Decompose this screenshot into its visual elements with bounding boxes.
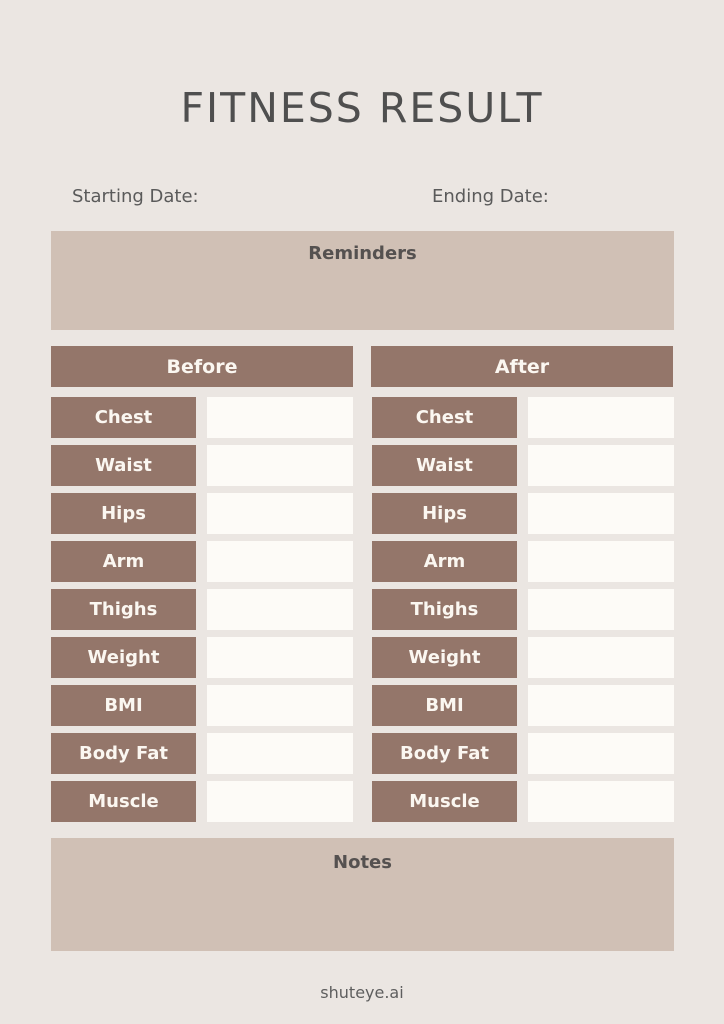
before-row-label: Arm xyxy=(51,541,196,582)
after-row-value-field[interactable] xyxy=(528,589,674,630)
before-row-value-field[interactable] xyxy=(207,685,353,726)
after-row-value-field[interactable] xyxy=(528,493,674,534)
before-row-label: Chest xyxy=(51,397,196,438)
reminders-panel[interactable]: Reminders xyxy=(51,231,674,330)
before-row-value-field[interactable] xyxy=(207,589,353,630)
before-row-label: Body Fat xyxy=(51,733,196,774)
page-title: FITNESS RESULT xyxy=(180,84,544,132)
after-row-label: Arm xyxy=(372,541,517,582)
after-row-value-field[interactable] xyxy=(528,637,674,678)
before-row-value-field[interactable] xyxy=(207,781,353,822)
after-row-value-field[interactable] xyxy=(528,541,674,582)
before-row-value-field[interactable] xyxy=(207,397,353,438)
before-row-value-field[interactable] xyxy=(207,637,353,678)
after-row-value-field[interactable] xyxy=(528,685,674,726)
before-row-label: BMI xyxy=(51,685,196,726)
after-header: After xyxy=(371,346,673,387)
before-row-label: Thighs xyxy=(51,589,196,630)
after-row-label: BMI xyxy=(372,685,517,726)
reminders-title: Reminders xyxy=(308,243,417,264)
after-row-value-field[interactable] xyxy=(528,397,674,438)
after-row-label: Muscle xyxy=(372,781,517,822)
before-row-value-field[interactable] xyxy=(207,493,353,534)
ending-date-label: Ending Date: xyxy=(432,186,549,207)
before-header: Before xyxy=(51,346,353,387)
notes-panel[interactable]: Notes xyxy=(51,838,674,951)
notes-title: Notes xyxy=(333,852,392,873)
before-row-label: Muscle xyxy=(51,781,196,822)
after-row-value-field[interactable] xyxy=(528,781,674,822)
before-row-label: Waist xyxy=(51,445,196,486)
after-row-label: Weight xyxy=(372,637,517,678)
starting-date-label: Starting Date: xyxy=(72,186,199,207)
after-row-label: Thighs xyxy=(372,589,517,630)
before-row-value-field[interactable] xyxy=(207,541,353,582)
before-row-value-field[interactable] xyxy=(207,445,353,486)
footer-brand: shuteye.ai xyxy=(320,983,404,1002)
after-row-value-field[interactable] xyxy=(528,445,674,486)
before-row-value-field[interactable] xyxy=(207,733,353,774)
after-row-label: Body Fat xyxy=(372,733,517,774)
after-row-label: Chest xyxy=(372,397,517,438)
before-row-label: Hips xyxy=(51,493,196,534)
after-row-value-field[interactable] xyxy=(528,733,674,774)
after-row-label: Hips xyxy=(372,493,517,534)
after-row-label: Waist xyxy=(372,445,517,486)
before-row-label: Weight xyxy=(51,637,196,678)
